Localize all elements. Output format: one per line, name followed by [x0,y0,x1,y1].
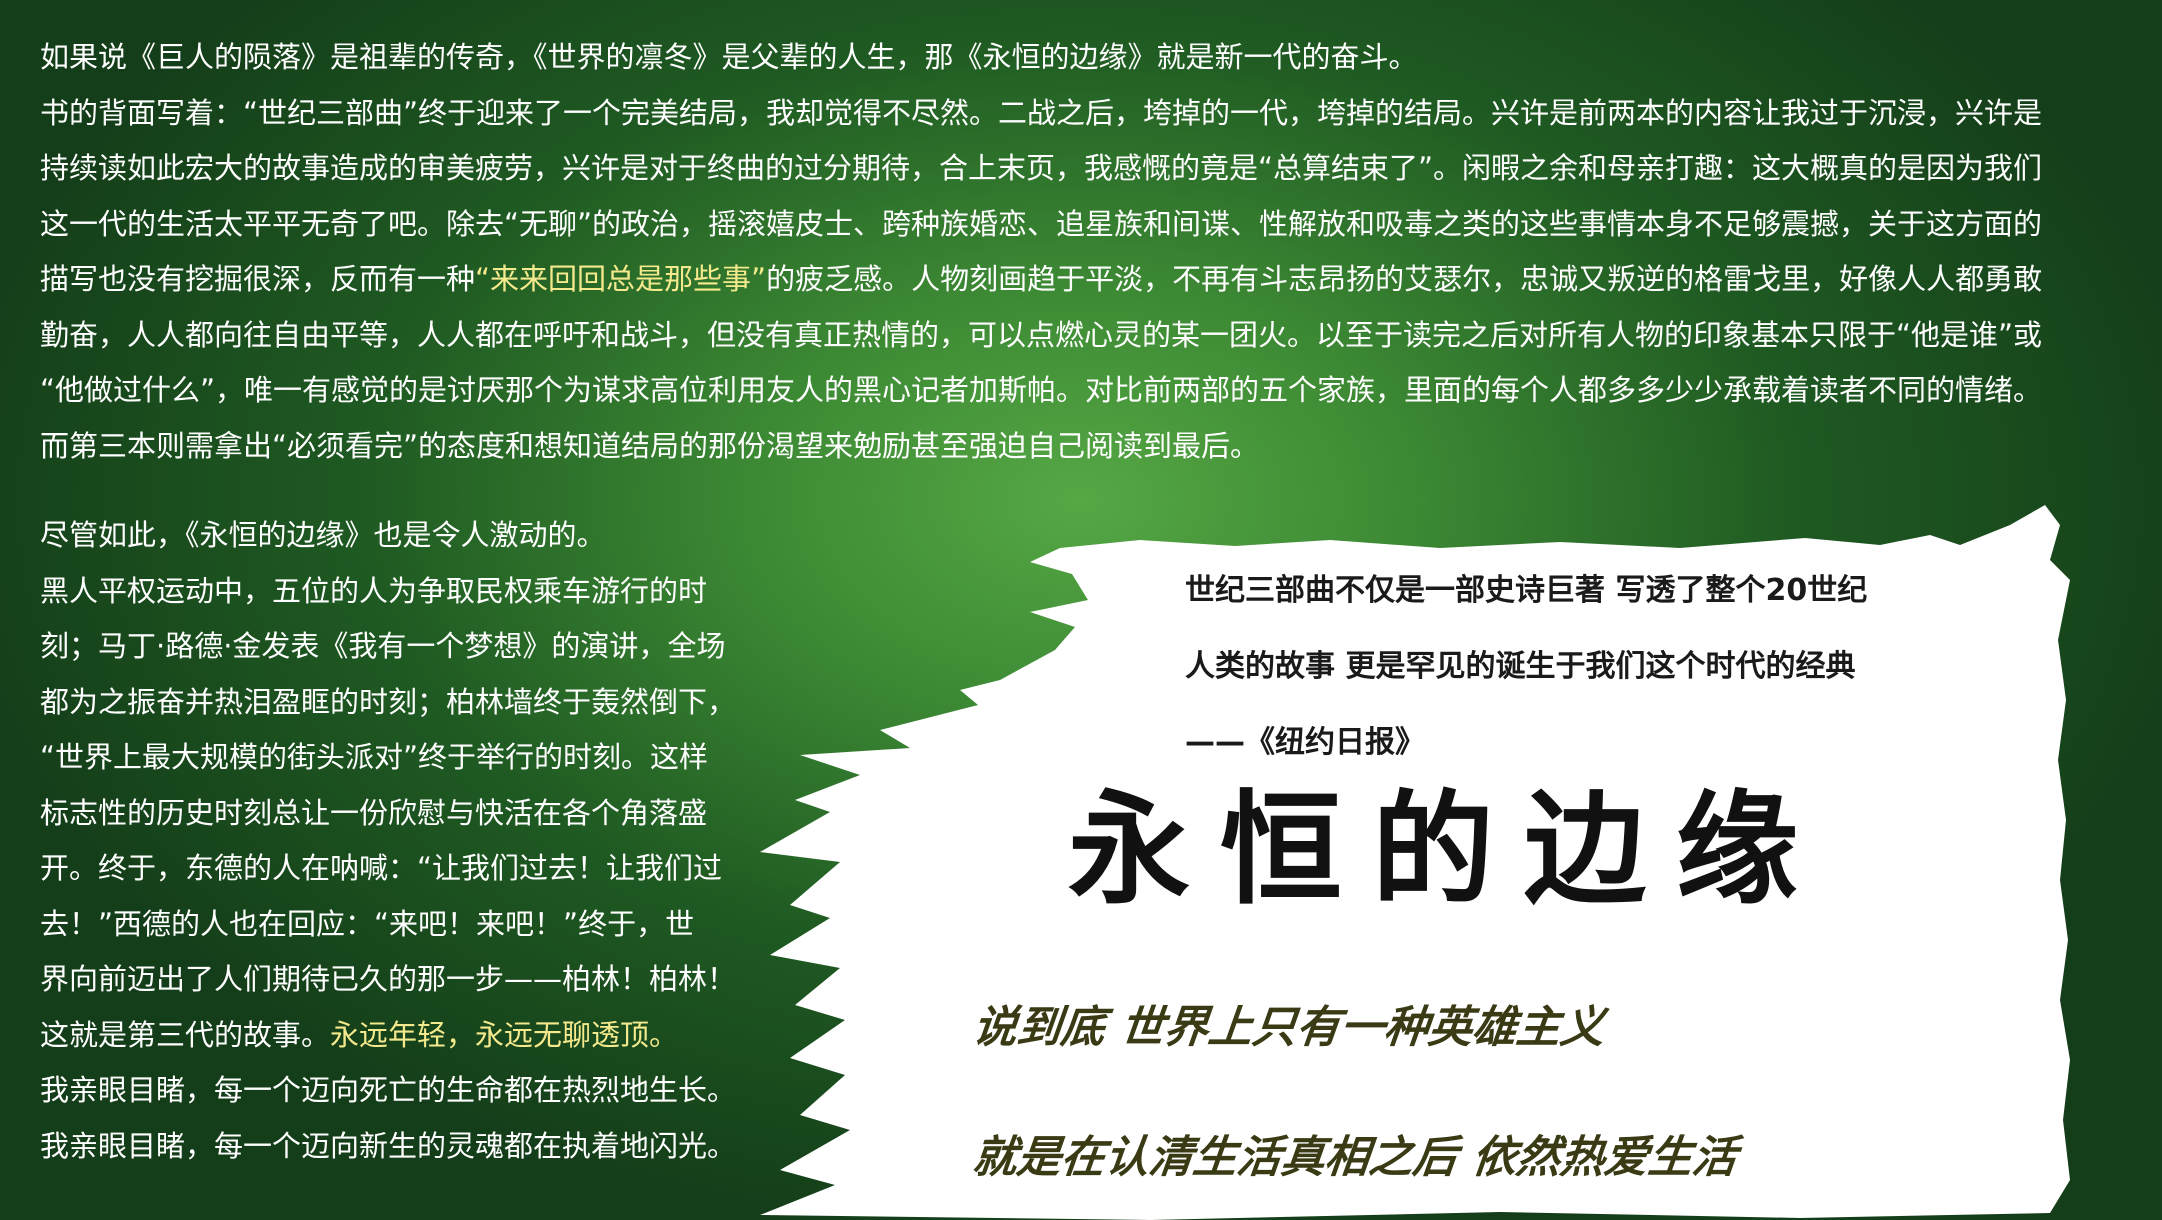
history-line: “世界上最大规模的街头派对”终于举行的时刻。这样 [40,740,709,774]
intro-text: 描写也没有挖掘很深，反而有一种 [40,262,476,296]
slogan-line-1: 说到底 世界上只有一种英雄主义 [970,1002,1608,1053]
history-line: 刻；马丁·路德·金发表《我有一个梦想》的演讲，全场 [40,629,726,663]
history-text: 这就是第三代的故事。 [40,1017,331,1052]
intro-text: 的疲乏感。人物刻画趋于平淡，不再有斗志昂扬的艾瑟尔，忠诚又叛逆的格雷戈里，好像人… [766,262,2043,296]
slide: 如果说《巨人的陨落》是祖辈的传奇，《世界的凛冬》是父辈的人生，那《永恒的边缘》就… [0,0,2162,1220]
quote-source: ——《纽约日报》 [1185,725,1425,760]
history-line: 去！”西德的人也在回应：“来吧！来吧！”终于，世 [40,906,695,941]
slogan-line-2: 就是在认清生活真相之后 依然热爱生活 [970,1132,1740,1183]
history-line: 界向前迈出了人们期待已久的那一步——柏林！柏林！ [40,962,737,996]
book-title: 永恒的边缘 [1068,779,1828,921]
history-line: 我亲眼目睹，每一个迈向死亡的生命都在热烈地生长。 [40,1073,737,1107]
history-line: 尽管如此，《永恒的边缘》也是令人激动的。 [40,518,606,552]
history-line: 开。终于，东德的人在呐喊：“让我们过去！让我们过 [40,851,723,885]
intro-line: 如果说《巨人的陨落》是祖辈的传奇，《世界的凛冬》是父辈的人生，那《永恒的边缘》就… [40,40,1418,74]
history-line: 都为之振奋并热泪盈眶的时刻；柏林墙终于轰然倒下， [40,684,737,719]
history-line: 标志性的历史时刻总让一份欣慰与快活在各个角落盛 [40,795,708,830]
review-quote: 世纪三部曲不仅是一部史诗巨著 写透了整个20世纪 人类的故事 更是罕见的诞生于我… [1185,553,1945,781]
history-line: 这就是第三代的故事。永远年轻，永远无聊透顶。 [40,1008,760,1064]
history-highlight: 永远年轻，永远无聊透顶。 [330,1017,679,1052]
intro-line: 而第三本则需拿出“必须看完”的态度和想知道结局的那份渴望来勉励甚至强迫自己阅读到… [40,428,1260,463]
intro-paragraph: 如果说《巨人的陨落》是祖辈的传奇，《世界的凛冬》是父辈的人生，那《永恒的边缘》就… [40,30,2120,474]
intro-line: “他做过什么”，唯一有感觉的是讨厌那个为谋求高位利用友人的黑心记者加斯帕。对比前… [40,373,2043,407]
history-line: 我亲眼目睹，每一个迈向新生的灵魂都在执着地闪光。 [40,1128,737,1163]
quote-line: 人类的故事 更是罕见的诞生于我们这个时代的经典 [1185,649,1856,684]
intro-line: 书的背面写着：“世纪三部曲”终于迎来了一个完美结局，我却觉得不尽然。二战之后，垮… [40,95,2043,130]
intro-line: 这一代的生活太平平无奇了吧。除去“无聊”的政治，摇滚嬉皮士、跨种族婚恋、追星族和… [40,206,2043,241]
intro-highlight: “来来回回总是那些事” [475,262,767,296]
intro-line: 勤奋，人人都向往自由平等，人人都在呼吁和战斗，但没有真正热情的，可以点燃心灵的某… [40,317,2043,352]
intro-line: 描写也没有挖掘很深，反而有一种“来来回回总是那些事”的疲乏感。人物刻画趋于平淡，… [40,252,2120,308]
intro-line: 持续读如此宏大的故事造成的审美疲劳，兴许是对于终曲的过分期待，合上末页，我感慨的… [40,151,2043,185]
history-paragraph: 尽管如此，《永恒的边缘》也是令人激动的。 黑人平权运动中，五位的人为争取民权乘车… [40,508,760,1174]
history-line: 黑人平权运动中，五位的人为争取民权乘车游行的时 [40,573,708,608]
quote-line: 世纪三部曲不仅是一部史诗巨著 写透了整个20世纪 [1185,573,1868,608]
